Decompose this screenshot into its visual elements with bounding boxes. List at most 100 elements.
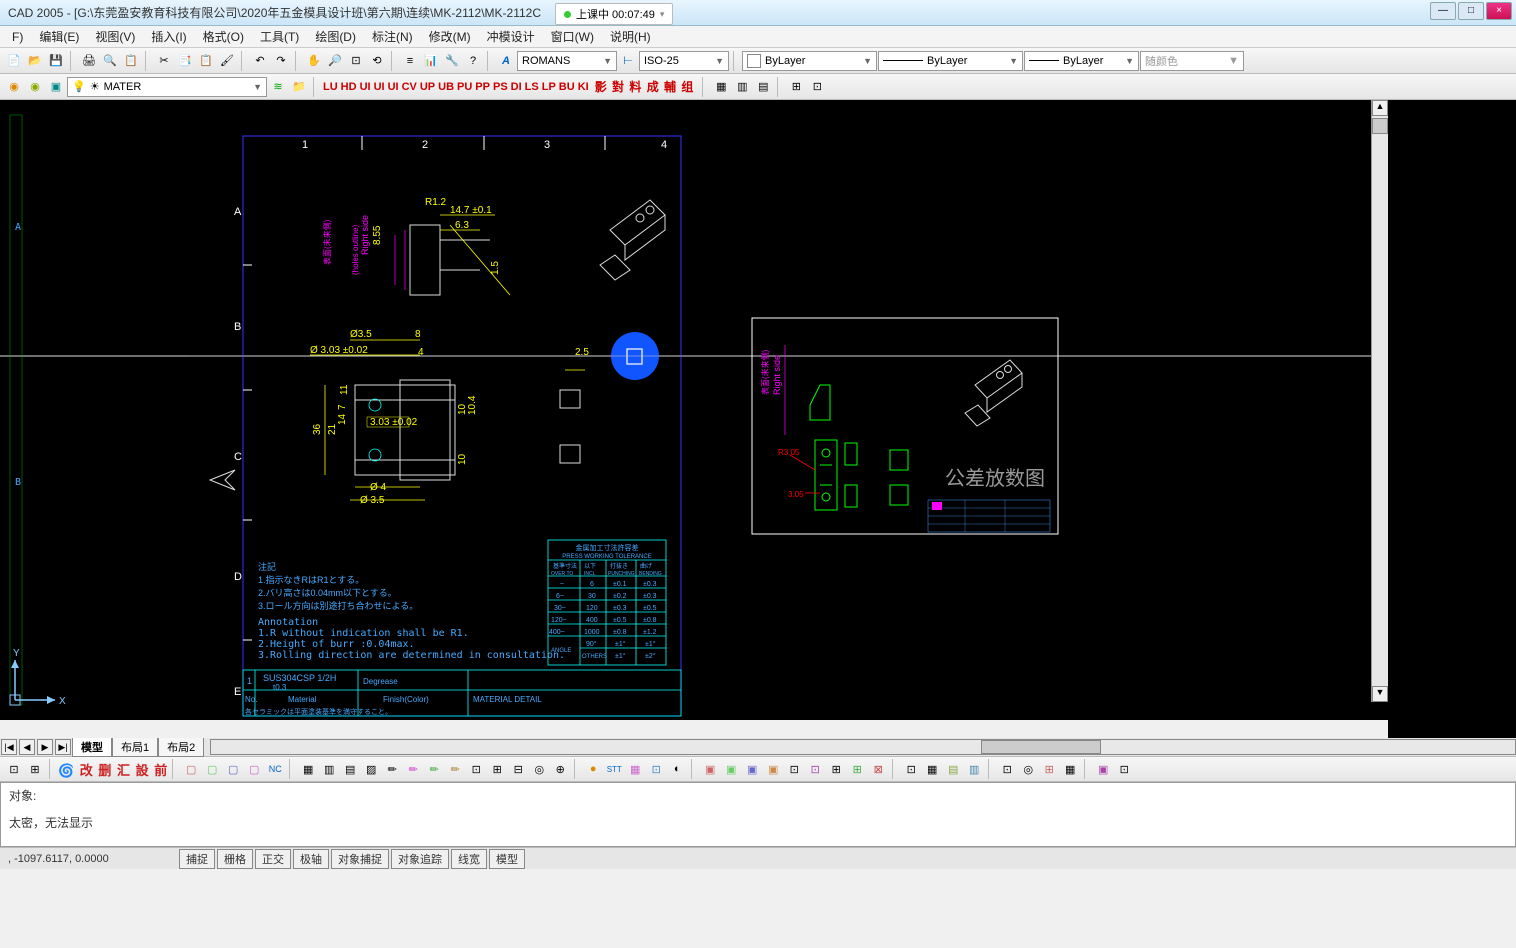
open-icon[interactable]: 📂 [25, 51, 45, 71]
tab-nav-next[interactable]: ▶ [37, 739, 53, 755]
die-btn-14[interactable]: LP [541, 81, 557, 93]
toggle-polar[interactable]: 极轴 [293, 849, 329, 869]
undo-icon[interactable]: ↶ [250, 51, 270, 71]
layout-tab-2[interactable]: 布局2 [158, 738, 204, 757]
cut-icon[interactable]: ✂ [154, 51, 174, 71]
menu-draw[interactable]: 绘图(D) [309, 26, 362, 47]
minimize-button[interactable]: — [1430, 2, 1456, 20]
btool-w-icon[interactable]: ⊡ [901, 759, 921, 779]
dc-icon[interactable]: 📊 [421, 51, 441, 71]
btool-nc-icon[interactable]: NC [265, 759, 285, 779]
tab-nav-first[interactable]: |◀ [1, 739, 17, 755]
btool-l-icon[interactable]: ⊡ [646, 759, 666, 779]
color-combo[interactable]: ByLayer▼ [742, 51, 877, 71]
font-style-combo[interactable]: ROMANS▼ [517, 51, 617, 71]
paste-icon[interactable]: 📋 [196, 51, 216, 71]
layer-mgr-icon[interactable]: ◉ [4, 77, 24, 97]
tool-ex4-icon[interactable]: ⊞ [786, 77, 806, 97]
btool-sq3-icon[interactable]: ▢ [223, 759, 243, 779]
btool-i-icon[interactable]: ⊕ [550, 759, 570, 779]
zoom-win-icon[interactable]: ⊡ [346, 51, 366, 71]
btool-af-icon[interactable]: ⊡ [1114, 759, 1134, 779]
btool-ab-icon[interactable]: ◎ [1018, 759, 1038, 779]
btool2-icon[interactable]: ⊞ [25, 759, 45, 779]
linetype-combo[interactable]: ByLayer▼ [878, 51, 1023, 71]
preview-icon[interactable]: 🔍 [100, 51, 120, 71]
vertical-scrollbar[interactable]: ▲ ▼ [1371, 100, 1388, 702]
btool-ac-icon[interactable]: ⊞ [1039, 759, 1059, 779]
props-icon[interactable]: ≡ [400, 51, 420, 71]
tool-ex5-icon[interactable]: ⊡ [807, 77, 827, 97]
btool-sq1-icon[interactable]: ▢ [181, 759, 201, 779]
btool-n-icon[interactable]: ▣ [700, 759, 720, 779]
die-btn-1[interactable]: LU [322, 81, 339, 93]
new-icon[interactable]: 📄 [4, 51, 24, 71]
btool-grid4-icon[interactable]: ▨ [361, 759, 381, 779]
btool-d-icon[interactable]: ✏ [445, 759, 465, 779]
print-icon[interactable]: 🖨 [79, 51, 99, 71]
menu-window[interactable]: 窗口(W) [545, 26, 600, 47]
tab-nav-last[interactable]: ▶| [55, 739, 71, 755]
toggle-ortho[interactable]: 正交 [255, 849, 291, 869]
die-btn-16[interactable]: KI [577, 81, 590, 93]
layout-tab-model[interactable]: 模型 [72, 738, 112, 757]
btool-e-icon[interactable]: ⊡ [466, 759, 486, 779]
menu-view[interactable]: 视图(V) [89, 26, 141, 47]
die-btn-4[interactable]: UI [373, 81, 386, 93]
die-btn-11[interactable]: PS [492, 81, 509, 93]
layer-tool2-icon[interactable]: 📁 [289, 77, 309, 97]
help-icon[interactable]: ? [463, 51, 483, 71]
btool-grid3-icon[interactable]: ▤ [340, 759, 360, 779]
btool-aa-icon[interactable]: ⊡ [997, 759, 1017, 779]
die-btn-9[interactable]: PU [456, 81, 473, 93]
btool-a-icon[interactable]: ✏ [382, 759, 402, 779]
lineweight-combo[interactable]: ByLayer▼ [1024, 51, 1139, 71]
btool-y-icon[interactable]: ▤ [943, 759, 963, 779]
menu-help[interactable]: 说明(H) [604, 26, 657, 47]
btool-grid2-icon[interactable]: ▥ [319, 759, 339, 779]
tab-nav-prev[interactable]: ◀ [19, 739, 35, 755]
btool-z-icon[interactable]: ▥ [964, 759, 984, 779]
die-btn-5[interactable]: UI [387, 81, 400, 93]
copy-icon[interactable]: 📑 [175, 51, 195, 71]
text-a-icon[interactable]: A [496, 51, 516, 71]
btool-sq2-icon[interactable]: ▢ [202, 759, 222, 779]
zoom-rt-icon[interactable]: 🔎 [325, 51, 345, 71]
layer-prev-icon[interactable]: ▣ [46, 77, 66, 97]
bottom-cjk-buttons[interactable]: 🌀 改 删 汇 設 前 [58, 760, 168, 779]
btool-sq4-icon[interactable]: ▢ [244, 759, 264, 779]
btool-g-icon[interactable]: ⊟ [508, 759, 528, 779]
plot-icon[interactable]: 📋 [121, 51, 141, 71]
dim-icon[interactable]: ⊢ [618, 51, 638, 71]
toggle-lwt[interactable]: 线宽 [451, 849, 487, 869]
layout-tab-1[interactable]: 布局1 [112, 738, 158, 757]
match-icon[interactable]: 🖌 [217, 51, 237, 71]
menu-die[interactable]: 冲模设计 [481, 26, 541, 47]
layer-tool1-icon[interactable]: ≋ [268, 77, 288, 97]
save-icon[interactable]: 💾 [46, 51, 66, 71]
maximize-button[interactable]: □ [1458, 2, 1484, 20]
zoom-prev-icon[interactable]: ⟲ [367, 51, 387, 71]
die-btn-7[interactable]: UP [419, 81, 436, 93]
die-btn-8[interactable]: UB [437, 81, 455, 93]
toggle-otrack[interactable]: 对象追踪 [391, 849, 449, 869]
btool-c-icon[interactable]: ✏ [424, 759, 444, 779]
die-btn-12[interactable]: DI [510, 81, 523, 93]
toggle-model[interactable]: 模型 [489, 849, 525, 869]
close-button[interactable]: × [1486, 2, 1512, 20]
horizontal-scrollbar[interactable] [210, 739, 1516, 755]
pan-icon[interactable]: ✋ [304, 51, 324, 71]
plotstyle-combo[interactable]: 随颜色▼ [1140, 51, 1244, 71]
recording-badge[interactable]: 上课中 00:07:49 ▾ [555, 3, 673, 25]
btool-v-icon[interactable]: ⊠ [868, 759, 888, 779]
menu-file[interactable]: F) [6, 28, 29, 46]
drawing-canvas[interactable]: A B 1 2 3 4 A B C D E [0, 100, 1388, 720]
btool-grid1-icon[interactable]: ▦ [298, 759, 318, 779]
tool-ex1-icon[interactable]: ▦ [711, 77, 731, 97]
die-btn-6[interactable]: CV [401, 81, 418, 93]
menu-modify[interactable]: 修改(M) [423, 26, 477, 47]
btool-ae-icon[interactable]: ▣ [1093, 759, 1113, 779]
btool-o-icon[interactable]: ▣ [721, 759, 741, 779]
menu-dim[interactable]: 标注(N) [366, 26, 419, 47]
tool-ex3-icon[interactable]: ▤ [753, 77, 773, 97]
